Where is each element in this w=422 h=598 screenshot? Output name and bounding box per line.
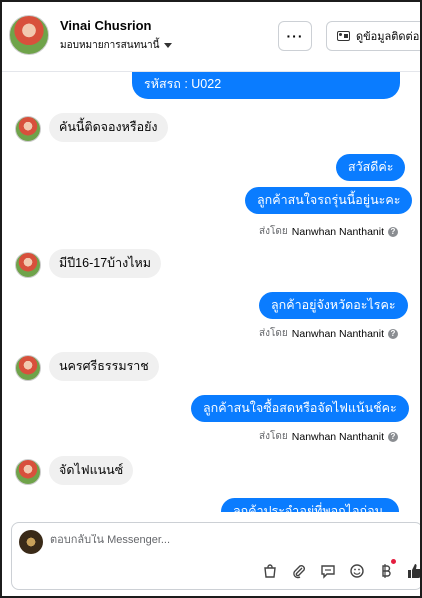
outgoing-message: สวัสดีค่ะ [336,154,406,181]
shopping-bag-icon[interactable] [260,561,280,581]
more-options-button[interactable]: ··· [278,21,312,51]
chevron-down-icon [164,43,173,48]
incoming-message: มีปี16-17บ้างไหม [49,249,161,278]
agent-name: Nanwhan Nanthanit [291,225,384,238]
view-contact-label: ดูข้อมูลติดต่อ [356,31,420,43]
help-icon[interactable]: ? [388,328,398,339]
outgoing-message: ลูกค้าสนใจรถรุ่นนี้อยู่นะคะ [245,187,413,214]
saved-reply-icon[interactable] [318,561,338,581]
paperclip-icon[interactable] [289,561,309,581]
help-icon[interactable]: ? [388,431,398,442]
agent-name: Nanwhan Nanthanit [291,327,384,340]
notification-dot [391,559,396,564]
contact-avatar-small [15,252,41,278]
thumbs-up-icon[interactable] [405,561,420,581]
outgoing-message: ลูกค้าอยู่จังหวัดอะไรคะ [259,292,408,319]
conversation-header: Vinai Chusrion มอบหมายการสนทนานี้ ··· ดู… [2,2,420,72]
assign-conversation-dropdown[interactable]: มอบหมายการสนทนานี้ [60,38,173,53]
reply-composer [11,522,420,590]
agent-name: Nanwhan Nanthanit [291,430,384,443]
page-logo [19,530,43,554]
outgoing-message: รหัสรถ : U022 [132,72,400,99]
view-contact-button[interactable]: ดูข้อมูลติดต่อ [326,21,420,51]
reply-input[interactable] [50,534,410,546]
sent-by-label: ส่งโดย Nanwhan Nanthanit ? [259,224,398,239]
contact-name[interactable]: Vinai Chusrion [60,18,152,33]
assign-label: มอบหมายการสนทนานี้ [60,40,160,51]
sent-by-prefix: ส่งโดย [259,226,288,237]
outgoing-message: ลูกค้าสนใจซื้อสดหรือจัดไฟแน้นช์คะ [191,395,409,422]
contact-card-icon [337,31,350,41]
message-list[interactable]: รหัสรถ : U022 คันนี้ติดจองหรือยัง สวัสดี… [2,72,420,512]
outgoing-message: ลูกค้าประจำอยู่ที่พอกไอก่อน [221,498,399,512]
sent-by-prefix: ส่งโดย [259,431,288,442]
help-icon[interactable]: ? [388,226,398,237]
baht-icon[interactable] [376,559,396,581]
incoming-message: คันนี้ติดจองหรือยัง [49,113,168,142]
incoming-message: นครศรีธรรมราช [49,352,159,381]
sent-by-prefix: ส่งโดย [259,328,288,339]
incoming-message: จัดไฟแนนซ์ [49,456,134,485]
conversation-window: Vinai Chusrion มอบหมายการสนทนานี้ ··· ดู… [0,0,422,598]
contact-avatar[interactable] [9,15,49,55]
contact-avatar-small [15,355,41,381]
emoji-icon[interactable] [347,561,367,581]
contact-avatar-small [15,459,41,485]
more-icon: ··· [286,28,304,44]
contact-avatar-small [15,116,41,142]
sent-by-label: ส่งโดย Nanwhan Nanthanit ? [259,429,398,444]
composer-toolbar [260,559,420,581]
sent-by-label: ส่งโดย Nanwhan Nanthanit ? [259,326,398,341]
